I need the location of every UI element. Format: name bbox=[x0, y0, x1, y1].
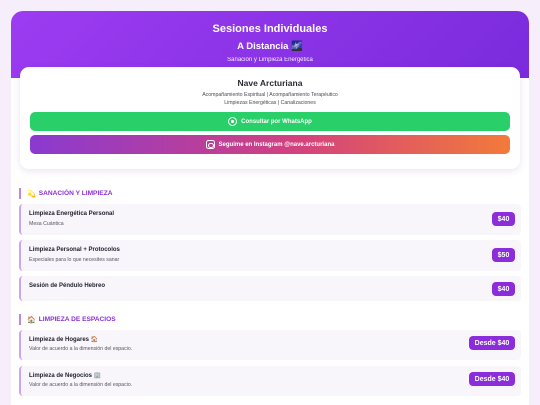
whatsapp-icon bbox=[228, 117, 238, 126]
page-subtitle: A Distancia 🌌 bbox=[237, 41, 303, 52]
instagram-icon bbox=[205, 140, 215, 149]
service-row[interactable]: Limpieza de Negocios 🏢 Valor de acuerdo … bbox=[19, 366, 521, 396]
services-page: Sesiones Individuales A Distancia 🌌 Sana… bbox=[11, 11, 529, 405]
service-name: Limpieza de Hogares 🏠 bbox=[29, 337, 99, 343]
price-badge: Desde $40 bbox=[469, 336, 515, 350]
service-description: Valor de acuerdo a la dimensión del espa… bbox=[29, 346, 133, 352]
profile-name: Nave Arcturiana bbox=[237, 78, 303, 88]
price-badge: Desde $40 bbox=[469, 372, 515, 386]
sparkle-icon: 💫 bbox=[27, 190, 36, 198]
profile-card: Nave Arcturiana Acompañamiento Espiritua… bbox=[20, 67, 520, 169]
profile-services-line-2: Limpiezas Energéticas | Canalizaciones bbox=[224, 100, 316, 106]
page-tagline: Sanación y Limpieza Energética bbox=[227, 57, 313, 63]
section-heading-sanacion: 💫 SANACIÓN Y LIMPIEZA bbox=[19, 188, 112, 199]
instagram-button-label: Seguime en Instagram @nave.arcturiana bbox=[218, 141, 335, 148]
price-badge: $40 bbox=[492, 212, 515, 226]
whatsapp-button[interactable]: Consultar por WhatsApp bbox=[30, 112, 510, 131]
service-row[interactable]: Sesión de Péndulo Hebreo $40 bbox=[19, 276, 521, 301]
service-row[interactable]: Limpieza Energética Personal Mesa Cuánti… bbox=[19, 204, 521, 235]
house-icon: 🏠 bbox=[27, 316, 36, 324]
service-name: Sesión de Péndulo Hebreo bbox=[29, 283, 106, 289]
service-name: Limpieza Personal + Protocolos bbox=[29, 247, 120, 253]
service-description: Especiales para lo que necesites sanar bbox=[29, 257, 120, 263]
service-name: Limpieza de Negocios 🏢 bbox=[29, 373, 102, 379]
section-title: SANACIÓN Y LIMPIEZA bbox=[38, 190, 113, 197]
service-name: Limpieza Energética Personal bbox=[29, 211, 115, 217]
page-title: Sesiones Individuales bbox=[212, 23, 328, 35]
whatsapp-button-label: Consultar por WhatsApp bbox=[241, 118, 312, 125]
section-title: LIMPIEZA DE ESPACIOS bbox=[38, 316, 116, 323]
instagram-button[interactable]: Seguime en Instagram @nave.arcturiana bbox=[30, 135, 510, 154]
service-description: Valor de acuerdo a la dimensión del espa… bbox=[29, 382, 133, 388]
service-description: Mesa Cuántica bbox=[29, 221, 64, 227]
price-badge: $50 bbox=[492, 248, 515, 262]
price-badge: $40 bbox=[492, 282, 515, 296]
section-heading-espacios: 🏠 LIMPIEZA DE ESPACIOS bbox=[19, 314, 116, 325]
service-row[interactable]: Limpieza de Hogares 🏠 Valor de acuerdo a… bbox=[19, 330, 521, 360]
service-row[interactable]: Limpieza Personal + Protocolos Especiale… bbox=[19, 240, 521, 271]
profile-services-line-1: Acompañamiento Espiritual | Acompañamien… bbox=[202, 92, 338, 98]
